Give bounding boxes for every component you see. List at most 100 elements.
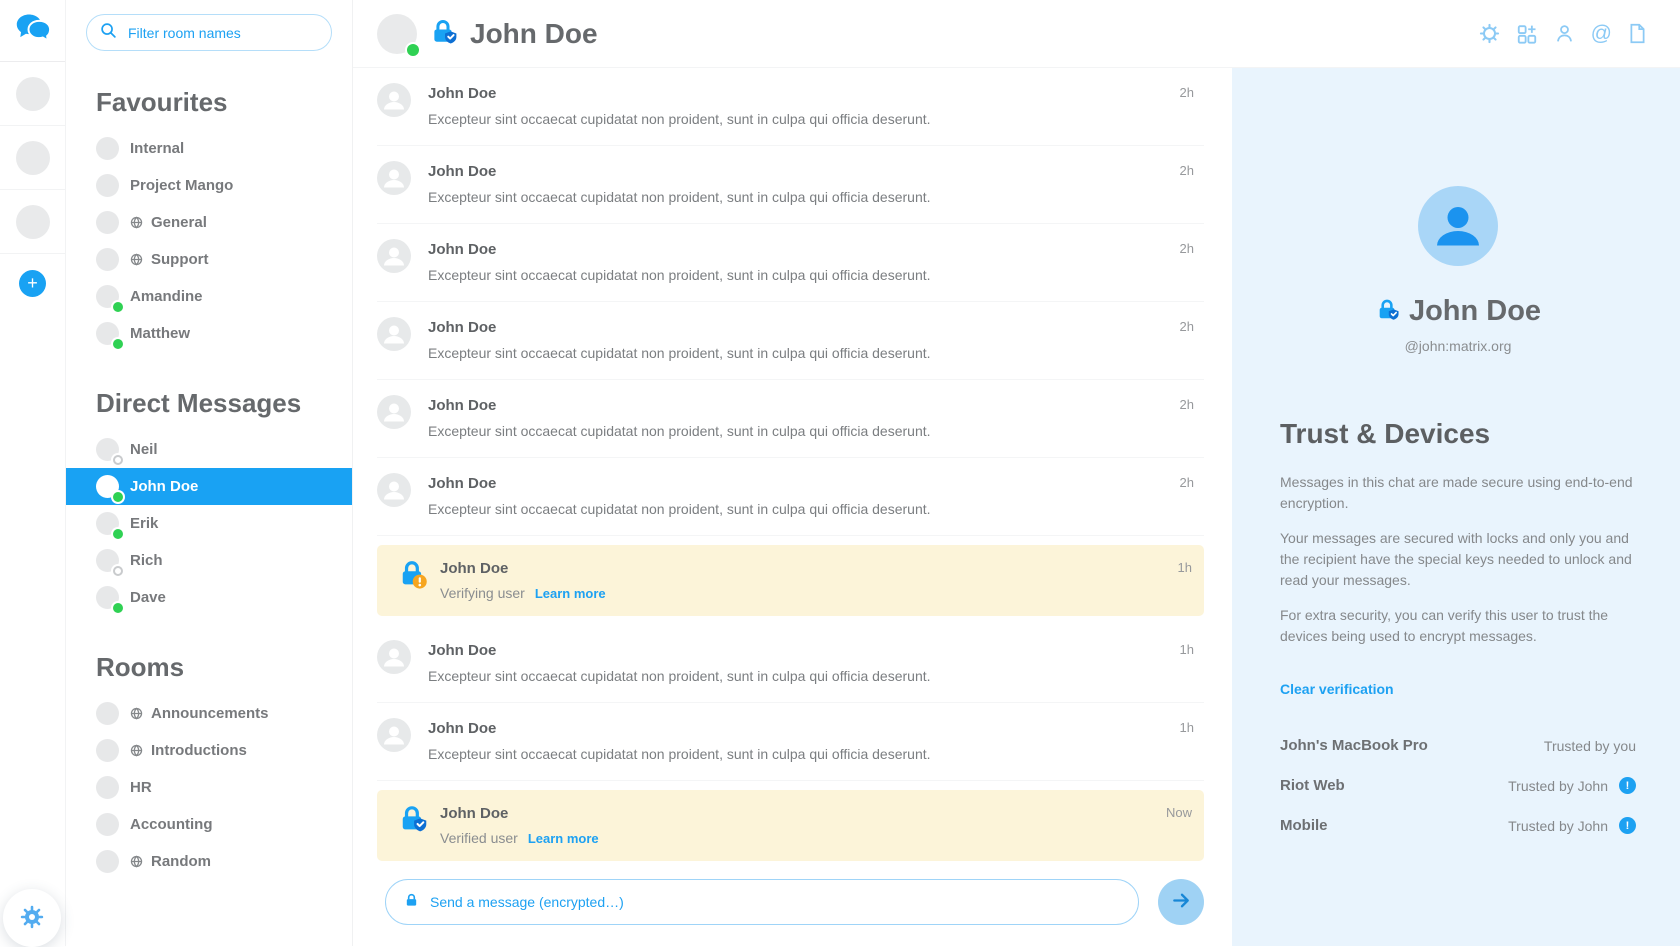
message-text: Excepteur sint occaecat cupidatat non pr…: [428, 746, 1152, 762]
room-name: Erik: [130, 515, 158, 532]
presence-dot: [113, 603, 123, 613]
message-input[interactable]: [428, 893, 1120, 911]
message-timestamp: 2h: [1152, 475, 1194, 490]
rail-community-1[interactable]: [0, 62, 66, 126]
info-badge-icon[interactable]: !: [1619, 817, 1636, 834]
trust-paragraph: For extra security, you can verify this …: [1280, 605, 1636, 647]
sidebar-item-accounting[interactable]: Accounting: [66, 806, 352, 843]
sidebar-item-support[interactable]: Support: [66, 241, 352, 278]
community-avatar: [16, 205, 50, 239]
room-avatar: [96, 549, 119, 572]
message-text: Excepteur sint occaecat cupidatat non pr…: [428, 501, 1152, 517]
gear-icon: [20, 905, 44, 932]
globe-icon: [130, 707, 143, 720]
presence-dot: [113, 529, 123, 539]
settings-icon[interactable]: [1479, 23, 1500, 44]
sidebar-item-john-doe[interactable]: John Doe: [66, 468, 352, 505]
room-name: John Doe: [130, 478, 198, 495]
learn-more-link[interactable]: Learn more: [528, 831, 599, 846]
filter-rooms-input[interactable]: [126, 24, 318, 42]
person-icon[interactable]: [1554, 23, 1575, 44]
mention-at-icon[interactable]: @: [1591, 22, 1612, 46]
add-grid-icon[interactable]: [1516, 23, 1538, 45]
globe-icon: [130, 253, 143, 266]
trust-devices-heading: Trust & Devices: [1280, 418, 1636, 450]
sidebar-item-neil[interactable]: Neil: [66, 431, 352, 468]
sender-avatar-icon: [377, 640, 411, 679]
message-timestamp: 2h: [1152, 85, 1194, 100]
add-community-button[interactable]: +: [19, 270, 46, 297]
sidebar-item-matthew[interactable]: Matthew: [66, 315, 352, 352]
message-body: John DoeExcepteur sint occaecat cupidata…: [428, 718, 1152, 762]
message-body: John DoeExcepteur sint occaecat cupidata…: [428, 395, 1152, 439]
section-title-favourites: Favourites: [96, 87, 352, 118]
sidebar-item-internal[interactable]: Internal: [66, 130, 352, 167]
room-avatar: [96, 813, 119, 836]
message-body: John DoeExcepteur sint occaecat cupidata…: [428, 83, 1152, 127]
message-body: John Doe Excepteur sint occaecat cupidata…: [428, 473, 1152, 517]
clear-verification-link[interactable]: Clear verification: [1280, 681, 1394, 697]
room-avatar: [96, 174, 119, 197]
document-icon[interactable]: [1628, 23, 1647, 44]
device-row-mobile: MobileTrusted by John!: [1280, 817, 1636, 834]
verification-event-row: John DoeVerifying userLearn more1h: [377, 545, 1204, 616]
message-timestamp: 2h: [1152, 319, 1194, 334]
sidebar-item-hr[interactable]: HR: [66, 769, 352, 806]
chat-header: John Doe: [353, 0, 1680, 68]
rail-community-3[interactable]: [0, 190, 66, 254]
sender-name: John Doe: [428, 319, 1152, 336]
filter-rooms-box[interactable]: [86, 14, 332, 51]
message-timestamp: 1h: [1152, 720, 1194, 735]
room-avatar: [96, 285, 119, 308]
app-logo[interactable]: [0, 0, 65, 62]
message-body: John Doe Excepteur sint occaecat cupidata…: [428, 317, 1152, 361]
status-text: Verified user: [440, 830, 518, 846]
message-body: John DoeExcepteur sint occaecat cupidata…: [428, 161, 1152, 205]
sender-avatar-icon: [377, 395, 411, 434]
send-button[interactable]: [1158, 879, 1204, 925]
verification-event-row: John DoeVerified userLearn moreNow: [377, 790, 1204, 861]
globe-icon: [130, 744, 143, 757]
verification-status: Verifying userLearn more: [440, 585, 1150, 601]
presence-dot: [407, 44, 419, 56]
sidebar-item-general[interactable]: General: [66, 204, 352, 241]
settings-fab-button[interactable]: [3, 889, 61, 947]
sidebar-item-amandine[interactable]: Amandine: [66, 278, 352, 315]
room-avatar: [96, 850, 119, 873]
chat-column: John Doe Excepteur sint occaecat cupidata…: [353, 68, 1232, 946]
message-body: John DoeExcepteur sint occaecat cupidata…: [428, 239, 1152, 283]
room-avatar: [96, 739, 119, 762]
room-avatar: [96, 512, 119, 535]
room-avatar: [96, 211, 119, 234]
sidebar-item-introductions[interactable]: Introductions: [66, 732, 352, 769]
sidebar-item-erik[interactable]: Erik: [66, 505, 352, 542]
sidebar-item-project-mango[interactable]: Project Mango: [66, 167, 352, 204]
event-body: John DoeVerifying userLearn more: [440, 558, 1150, 601]
sidebar-item-announcements[interactable]: Announcements: [66, 695, 352, 732]
rail-community-2[interactable]: [0, 126, 66, 190]
room-name: HR: [130, 779, 152, 796]
message-timestamp: 1h: [1152, 642, 1194, 657]
lock-icon: [404, 892, 419, 913]
composer: [353, 868, 1232, 946]
sender-name: John Doe: [428, 475, 1152, 492]
sidebar-item-rich[interactable]: Rich: [66, 542, 352, 579]
main-area: John Doe: [353, 0, 1680, 946]
sidebar-item-dave[interactable]: Dave: [66, 579, 352, 616]
info-badge-icon[interactable]: !: [1619, 777, 1636, 794]
room-name: Accounting: [130, 816, 213, 833]
profile-handle: @john:matrix.org: [1280, 338, 1636, 354]
message-text: Excepteur sint occaecat cupidatat non pr…: [428, 423, 1152, 439]
globe-icon: [130, 216, 143, 229]
main-body: John Doe Excepteur sint occaecat cupidata…: [353, 68, 1680, 946]
message-input-box[interactable]: [385, 879, 1139, 925]
message-text: Excepteur sint occaecat cupidatat non pr…: [428, 345, 1152, 361]
learn-more-link[interactable]: Learn more: [535, 586, 606, 601]
sender-avatar-icon: [377, 718, 411, 757]
presence-dot: [113, 566, 123, 576]
sender-avatar-icon: [377, 317, 411, 356]
sender-avatar-icon: [377, 239, 411, 278]
profile-name: John Doe: [1409, 295, 1541, 328]
sidebar-item-random[interactable]: Random: [66, 843, 352, 880]
presence-dot: [113, 302, 123, 312]
